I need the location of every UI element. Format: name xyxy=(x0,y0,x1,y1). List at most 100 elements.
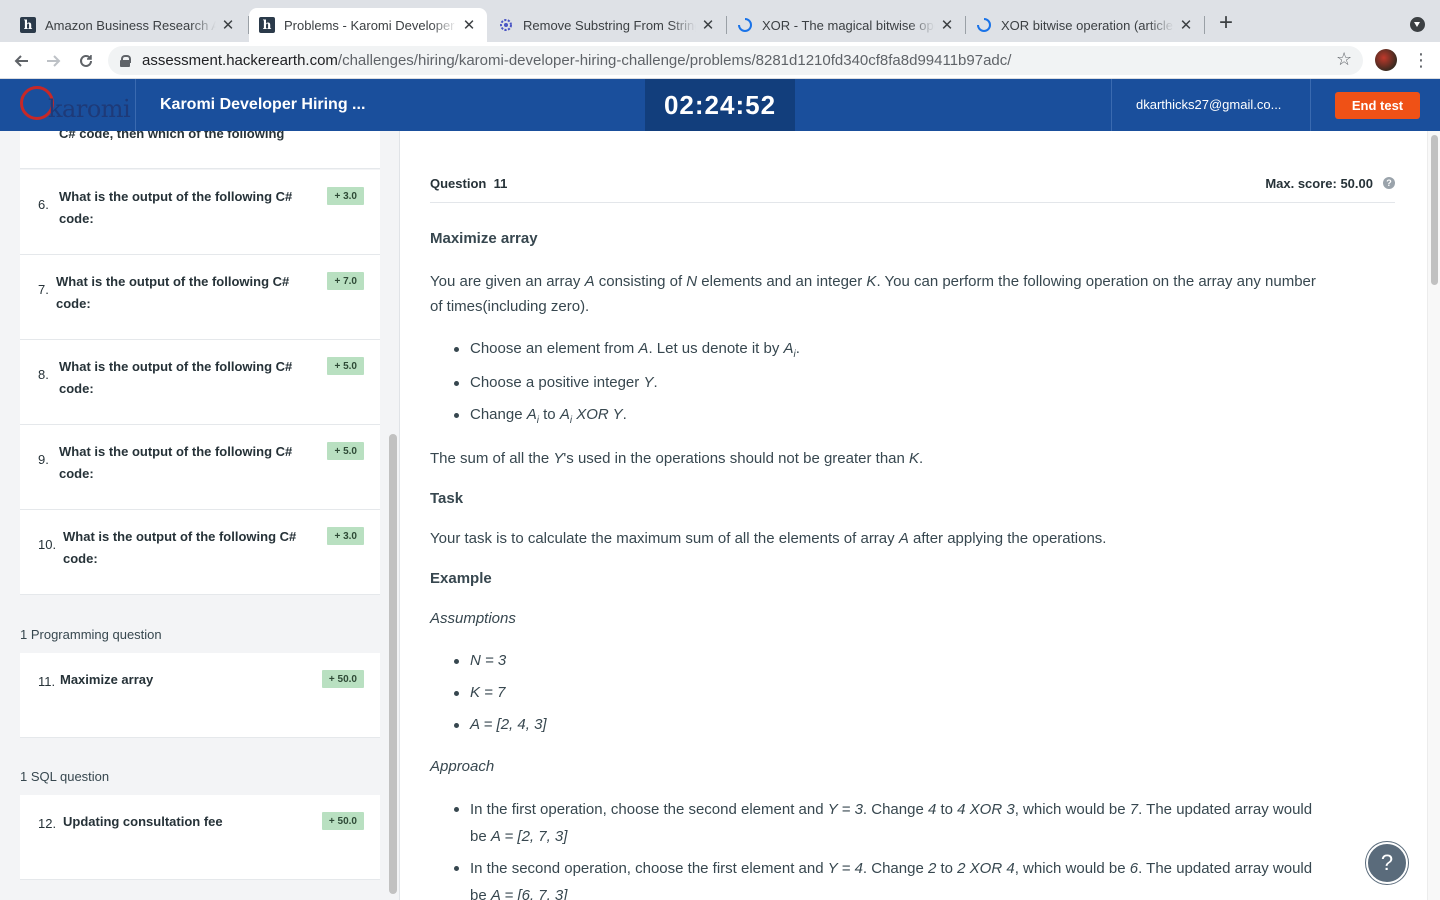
list-item[interactable]: C# code, then which of the following xyxy=(20,131,380,169)
reload-icon[interactable] xyxy=(73,48,99,74)
question-number: 7. xyxy=(38,282,49,297)
close-icon[interactable]: ✕ xyxy=(700,17,716,34)
browser-tab[interactable]: Remove Substring From String ✕ xyxy=(488,8,726,42)
header-divider xyxy=(1111,79,1112,131)
question-item-7[interactable]: 7. What is the output of the following C… xyxy=(20,255,380,340)
question-panel: Question 11 Max. score: 50.00 ? Maximize… xyxy=(400,131,1427,900)
list-item: A = [2, 4, 3] xyxy=(454,712,547,737)
hackerearth-favicon: h xyxy=(20,17,36,33)
question-number: 6. xyxy=(38,197,49,212)
score-badge: + 7.0 xyxy=(327,272,364,290)
task-heading: Task xyxy=(430,490,464,507)
logo-text: karomi xyxy=(48,95,131,123)
question-item-11[interactable]: 11. Maximize array + 50.0 xyxy=(20,653,380,738)
browser-tab[interactable]: XOR - The magical bitwise ope ✕ xyxy=(727,8,965,42)
forward-arrow-icon[interactable] xyxy=(41,48,67,74)
question-title: Updating consultation fee xyxy=(63,814,223,829)
close-icon[interactable]: ✕ xyxy=(1178,17,1194,34)
max-score: Max. score: 50.00 xyxy=(1265,176,1373,191)
gear-favicon-icon xyxy=(498,17,514,33)
close-icon[interactable]: ✕ xyxy=(939,17,955,34)
section-heading-sql: 1 SQL question xyxy=(20,769,110,784)
bookmark-star-icon[interactable]: ☆ xyxy=(1336,49,1352,70)
question-title: What is the output of the following C# co… xyxy=(59,359,293,396)
question-label: Question 11 xyxy=(430,176,508,191)
sidebar-scrollbar[interactable] xyxy=(389,434,397,894)
score-badge: + 5.0 xyxy=(327,357,364,375)
browser-tab-active[interactable]: h Problems - Karomi Developer H ✕ xyxy=(249,8,487,42)
browser-toolbar: assessment.hackerearth.com/challenges/hi… xyxy=(0,42,1440,79)
tab-title: Problems - Karomi Developer H xyxy=(284,17,457,33)
url-path: /challenges/hiring/karomi-developer-hiri… xyxy=(337,52,1012,69)
question-number: 9. xyxy=(38,452,49,467)
list-item: In the second operation, choose the firs… xyxy=(454,855,1398,900)
score-badge: + 3.0 xyxy=(327,527,364,545)
tab-separator xyxy=(1204,16,1205,34)
browser-tab[interactable]: h Amazon Business Research An ✕ xyxy=(10,8,246,42)
question-number: 11. xyxy=(38,674,56,689)
main-scrollbar[interactable] xyxy=(1427,131,1440,900)
question-title: What is the output of the following C# co… xyxy=(59,189,293,226)
profile-avatar[interactable] xyxy=(1375,49,1397,71)
approach-label: Approach xyxy=(430,758,495,775)
question-item-8[interactable]: 8. What is the output of the following C… xyxy=(20,340,380,425)
list-item: In the first operation, choose the secon… xyxy=(454,796,1398,850)
tab-search-icon[interactable] xyxy=(1410,17,1425,32)
browser-tab-bar: h Amazon Business Research An ✕ h Proble… xyxy=(0,0,1440,42)
browser-tab[interactable]: XOR bitwise operation (article) ✕ xyxy=(966,8,1204,42)
question-item-10[interactable]: 10. What is the output of the following … xyxy=(20,510,380,595)
score-badge: + 50.0 xyxy=(321,812,364,830)
lock-icon xyxy=(120,54,131,67)
karomi-logo: karomi xyxy=(18,85,131,125)
question-number: 10. xyxy=(38,537,57,552)
tab-title: XOR bitwise operation (article) xyxy=(1001,17,1174,33)
question-item-9[interactable]: 9. What is the output of the following C… xyxy=(20,425,380,510)
list-item: K = 7 xyxy=(453,680,505,705)
list-item: Change Ai to Ai XOR Y. xyxy=(454,402,627,433)
user-email[interactable]: dkarthicks27@gmail.co... xyxy=(1136,97,1281,112)
tab-title: Amazon Business Research An xyxy=(45,17,216,33)
example-heading: Example xyxy=(430,570,492,587)
help-question-icon[interactable]: ? xyxy=(1366,842,1408,884)
help-icon[interactable]: ? xyxy=(1383,177,1395,189)
challenge-title[interactable]: Karomi Developer Hiring ... xyxy=(160,96,365,114)
question-item-6[interactable]: 6. What is the output of the following C… xyxy=(20,170,380,255)
list-item: Choose an element from A. Let us denote … xyxy=(454,336,800,367)
tab-title: Remove Substring From String xyxy=(523,17,696,33)
loading-spinner-icon xyxy=(976,17,992,33)
problem-title: Maximize array xyxy=(430,230,538,247)
problem-constraint: The sum of all the Y's used in the opera… xyxy=(430,450,924,467)
address-bar[interactable]: assessment.hackerearth.com/challenges/hi… xyxy=(108,46,1363,75)
question-title: What is the output of the following C# co… xyxy=(56,274,290,311)
tab-title: XOR - The magical bitwise ope xyxy=(762,17,935,33)
question-number: 8. xyxy=(38,367,49,382)
close-icon[interactable]: ✕ xyxy=(461,17,477,34)
question-item-12[interactable]: 12. Updating consultation fee + 50.0 xyxy=(20,795,380,880)
score-badge: + 5.0 xyxy=(327,442,364,460)
scrollbar-thumb[interactable] xyxy=(1431,135,1438,285)
score-badge: + 50.0 xyxy=(321,670,364,688)
new-tab-button[interactable]: + xyxy=(1214,11,1238,36)
score-badge: + 3.0 xyxy=(327,187,364,205)
countdown-timer: 02:24:52 xyxy=(645,79,795,131)
list-item: N = 3 xyxy=(453,648,506,673)
question-header: Question 11 Max. score: 50.00 ? xyxy=(430,175,1395,203)
header-divider xyxy=(1310,79,1311,131)
close-icon[interactable]: ✕ xyxy=(220,17,236,34)
back-arrow-icon[interactable] xyxy=(8,48,34,74)
end-test-button[interactable]: End test xyxy=(1335,92,1420,119)
header-divider xyxy=(135,79,136,131)
question-sidebar: C# code, then which of the following 6. … xyxy=(0,131,400,900)
section-heading-programming: 1 Programming question xyxy=(20,627,162,642)
question-title: What is the output of the following C# co… xyxy=(59,444,293,481)
question-title: Maximize array xyxy=(60,672,154,687)
app-header: karomi Karomi Developer Hiring ... 02:24… xyxy=(0,79,1440,131)
assumptions-label: Assumptions xyxy=(430,610,516,627)
question-title: What is the output of the following C# co… xyxy=(63,529,297,566)
loading-spinner-icon xyxy=(737,17,753,33)
problem-intro: You are given an array A consisting of N… xyxy=(430,273,1316,315)
url-host: assessment.hackerearth.com xyxy=(142,52,338,69)
more-menu-icon[interactable]: ⋮ xyxy=(1412,50,1430,70)
question-title: C# code, then which of the following xyxy=(59,131,285,141)
hackerearth-favicon: h xyxy=(259,17,275,33)
